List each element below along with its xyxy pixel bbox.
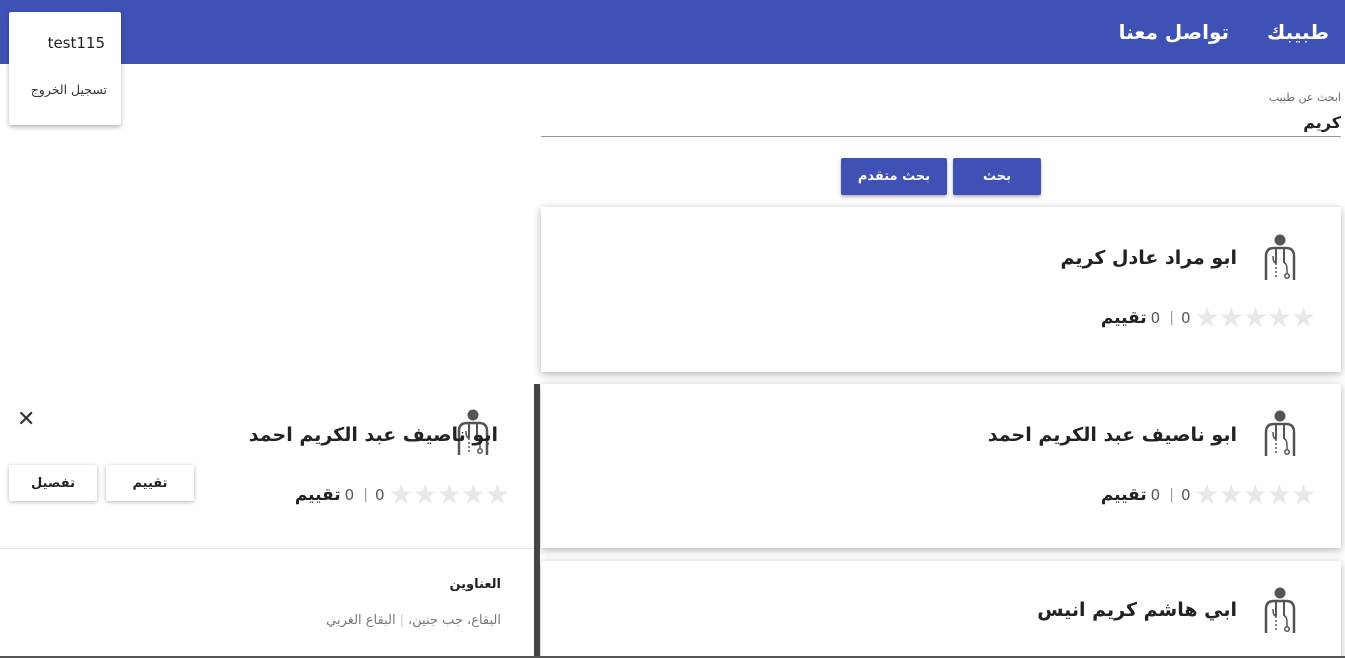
doctor-icon — [1264, 234, 1296, 280]
search-field-label: ابحث عن طبيب — [1268, 91, 1341, 104]
logout-menu-item[interactable]: تسجيل الخروج — [31, 82, 107, 97]
doctor-icon — [1264, 587, 1296, 633]
doctor-result-card[interactable]: ابو ناصيف عبد الكريم احمد ★★★★★ 0 | 0 تق… — [541, 384, 1341, 548]
doctor-icon — [1264, 410, 1296, 456]
doctor-name: ابي هاشم كريم انيس — [1037, 599, 1237, 621]
address-part-2: البقاع الغربي — [326, 613, 396, 628]
star-rating-icons: ★★★★★ — [1194, 301, 1316, 334]
rating-separator: | — [1169, 487, 1174, 503]
rating-count-secondary: 0 — [1150, 309, 1161, 327]
doctor-result-card[interactable]: ابو مراد عادل كريم ★★★★★ 0 | 0 تقييم — [541, 207, 1341, 372]
addresses-heading: العناوين — [449, 577, 501, 592]
user-dropdown-menu: test115 تسجيل الخروج — [9, 12, 121, 125]
address-text: البقاع، جب جنين،|البقاع الغربي — [326, 613, 501, 628]
detail-doctor-name: ابو ناصيف عبد الكريم احمد — [248, 424, 498, 446]
rating-count-secondary: 0 — [1150, 486, 1161, 504]
doctor-name: ابو ناصيف عبد الكريم احمد — [987, 424, 1237, 446]
details-button[interactable]: تفصيل — [9, 465, 97, 501]
doctor-result-card[interactable]: ابي هاشم كريم انيس — [541, 561, 1341, 658]
advanced-search-button[interactable]: بحث متقدم — [841, 158, 947, 195]
rating-row: ★★★★★ 0 | 0 تقييم — [1100, 478, 1316, 511]
rating-label: تقييم — [1100, 485, 1147, 505]
search-button[interactable]: بحث — [953, 158, 1041, 195]
nav-contact-link[interactable]: تواصل معنا — [1119, 18, 1229, 46]
address-separator: | — [399, 613, 404, 628]
username-menu-item[interactable]: test115 — [48, 34, 105, 52]
rating-row: ★★★★★ 0 | 0 تقييم — [1100, 301, 1316, 334]
detail-rating-row: ★★★★★ 0 | 0 تقييم — [294, 478, 510, 511]
detail-divider — [0, 548, 534, 549]
rating-label: تقييم — [1100, 308, 1147, 328]
rate-button[interactable]: تقييم — [106, 465, 194, 501]
star-rating-icons: ★★★★★ — [1194, 478, 1316, 511]
address-part-1: البقاع، جب جنين، — [407, 613, 501, 628]
rating-separator: | — [1169, 310, 1174, 326]
rating-count: 0 — [1180, 486, 1191, 504]
brand-logo-link[interactable]: طبيبك — [1267, 18, 1329, 46]
doctor-search-input[interactable] — [541, 108, 1341, 137]
rating-label: تقييم — [294, 485, 341, 505]
close-icon[interactable]: ✕ — [17, 409, 35, 431]
rating-count: 0 — [374, 486, 385, 504]
star-rating-icons: ★★★★★ — [388, 478, 510, 511]
detail-panel-border — [534, 384, 540, 658]
rating-count: 0 — [1180, 309, 1191, 327]
rating-separator: | — [363, 487, 368, 503]
rating-count-secondary: 0 — [344, 486, 355, 504]
doctor-name: ابو مراد عادل كريم — [1060, 247, 1237, 269]
